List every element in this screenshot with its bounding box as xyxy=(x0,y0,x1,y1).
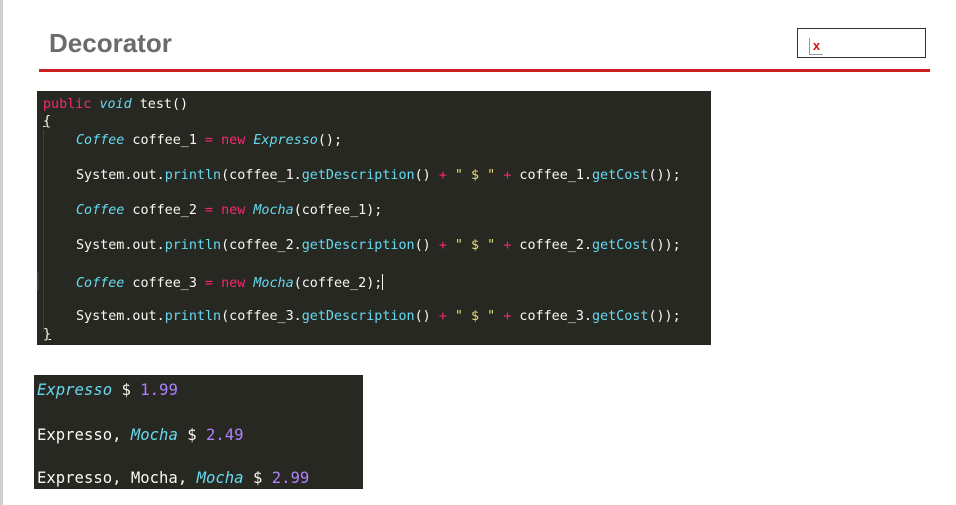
indent-guide xyxy=(43,131,45,331)
code-segment: System.out. xyxy=(76,238,165,253)
code-line-3: Coffee coffee_1 = new Expresso(); xyxy=(76,133,342,148)
code-segment: () xyxy=(414,168,439,183)
method-getcost: getCost xyxy=(592,168,649,183)
method-println: println xyxy=(164,309,222,324)
keyword-new: new xyxy=(213,133,254,148)
output-line-2: Expresso, Mocha $ 2.49 xyxy=(37,426,244,444)
method-getcost: getCost xyxy=(592,238,649,253)
keyword-void: void xyxy=(99,97,132,112)
title-underline xyxy=(39,69,930,72)
code-tail: ()); xyxy=(648,309,681,324)
method-println: println xyxy=(164,168,222,183)
code-segment: coffee_3. xyxy=(511,309,592,324)
class-name: Mocha xyxy=(253,203,294,218)
code-segment: System.out. xyxy=(76,309,165,324)
output-plain-text: Expresso, xyxy=(37,426,131,444)
code-line-5: Coffee coffee_2 = new Mocha(coffee_1); xyxy=(76,203,382,218)
code-segment: () xyxy=(414,309,439,324)
output-italic-text: Mocha xyxy=(196,469,244,487)
code-tail: (); xyxy=(317,133,343,148)
code-line-open-brace: { xyxy=(43,114,51,129)
string-literal: " $ " xyxy=(446,238,504,253)
string-literal: " $ " xyxy=(446,309,504,324)
variable-name: coffee_2 xyxy=(124,203,205,218)
code-segment: System.out. xyxy=(76,168,165,183)
output-price: 2.99 xyxy=(271,469,310,487)
class-name: Mocha xyxy=(253,276,294,291)
method-getdescription: getDescription xyxy=(301,309,415,324)
string-literal: " $ " xyxy=(446,168,504,183)
code-tail: (coffee_1); xyxy=(293,203,383,218)
keyword-new: new xyxy=(213,203,254,218)
output-separator: $ xyxy=(243,469,272,487)
operator: = xyxy=(205,133,214,148)
console-output-panel: Expresso $ 1.99 Expresso, Mocha $ 2.49 E… xyxy=(34,375,363,489)
output-line-1: Expresso $ 1.99 xyxy=(37,381,178,399)
broken-image-icon: x xyxy=(809,38,823,55)
output-price: 1.99 xyxy=(140,381,178,399)
operator: + xyxy=(438,168,447,183)
output-line-3: Expresso, Mocha, Mocha $ 2.99 xyxy=(37,469,309,487)
code-line-8: System.out.println(coffee_3.getDescripti… xyxy=(76,309,681,324)
slide-title: Decorator xyxy=(49,28,172,58)
method-println: println xyxy=(164,238,222,253)
code-line-6: System.out.println(coffee_2.getDescripti… xyxy=(76,238,681,253)
code-line-1: public void test() xyxy=(43,97,188,112)
output-plain-text: Expresso, Mocha, xyxy=(37,469,197,487)
current-line-gutter-marker xyxy=(37,272,39,290)
close-brace: } xyxy=(43,327,52,342)
text-cursor xyxy=(382,274,384,290)
operator: + xyxy=(438,238,447,253)
type-name: Coffee xyxy=(76,276,125,291)
code-tail: (coffee_2); xyxy=(293,276,383,291)
variable-name: coffee_3 xyxy=(124,276,205,291)
keyword-public: public xyxy=(43,97,92,112)
code-segment: () xyxy=(414,238,439,253)
open-brace: { xyxy=(43,114,52,129)
output-italic-text: Mocha xyxy=(130,426,178,444)
variable-name: coffee_1 xyxy=(124,133,205,148)
code-line-close-brace: } xyxy=(43,327,51,342)
type-name: Coffee xyxy=(76,203,125,218)
method-getdescription: getDescription xyxy=(301,238,415,253)
code-editor-panel: public void test() { Coffee coffee_1 = n… xyxy=(37,91,711,345)
output-price: 2.49 xyxy=(206,426,244,444)
code-line-7: Coffee coffee_3 = new Mocha(coffee_2); xyxy=(76,274,384,291)
output-separator: $ xyxy=(177,426,207,444)
operator: = xyxy=(205,203,214,218)
operator: + xyxy=(438,309,447,324)
code-segment: coffee_1. xyxy=(511,168,592,183)
keyword-new: new xyxy=(213,276,254,291)
output-italic-text: Expresso xyxy=(37,381,113,399)
operator: = xyxy=(205,276,214,291)
method-getdescription: getDescription xyxy=(301,168,415,183)
method-signature: test() xyxy=(131,97,189,112)
left-edge-border xyxy=(0,0,3,505)
code-tail: ()); xyxy=(648,168,681,183)
code-segment: (coffee_2. xyxy=(221,238,302,253)
code-segment: coffee_2. xyxy=(511,238,592,253)
image-placeholder: x xyxy=(797,28,926,58)
method-getcost: getCost xyxy=(592,309,649,324)
code-line-4: System.out.println(coffee_1.getDescripti… xyxy=(76,168,681,183)
class-name: Expresso xyxy=(253,133,318,148)
output-separator: $ xyxy=(112,381,141,399)
code-segment: (coffee_1. xyxy=(221,168,302,183)
code-tail: ()); xyxy=(648,238,681,253)
type-name: Coffee xyxy=(76,133,125,148)
code-segment: (coffee_3. xyxy=(221,309,302,324)
